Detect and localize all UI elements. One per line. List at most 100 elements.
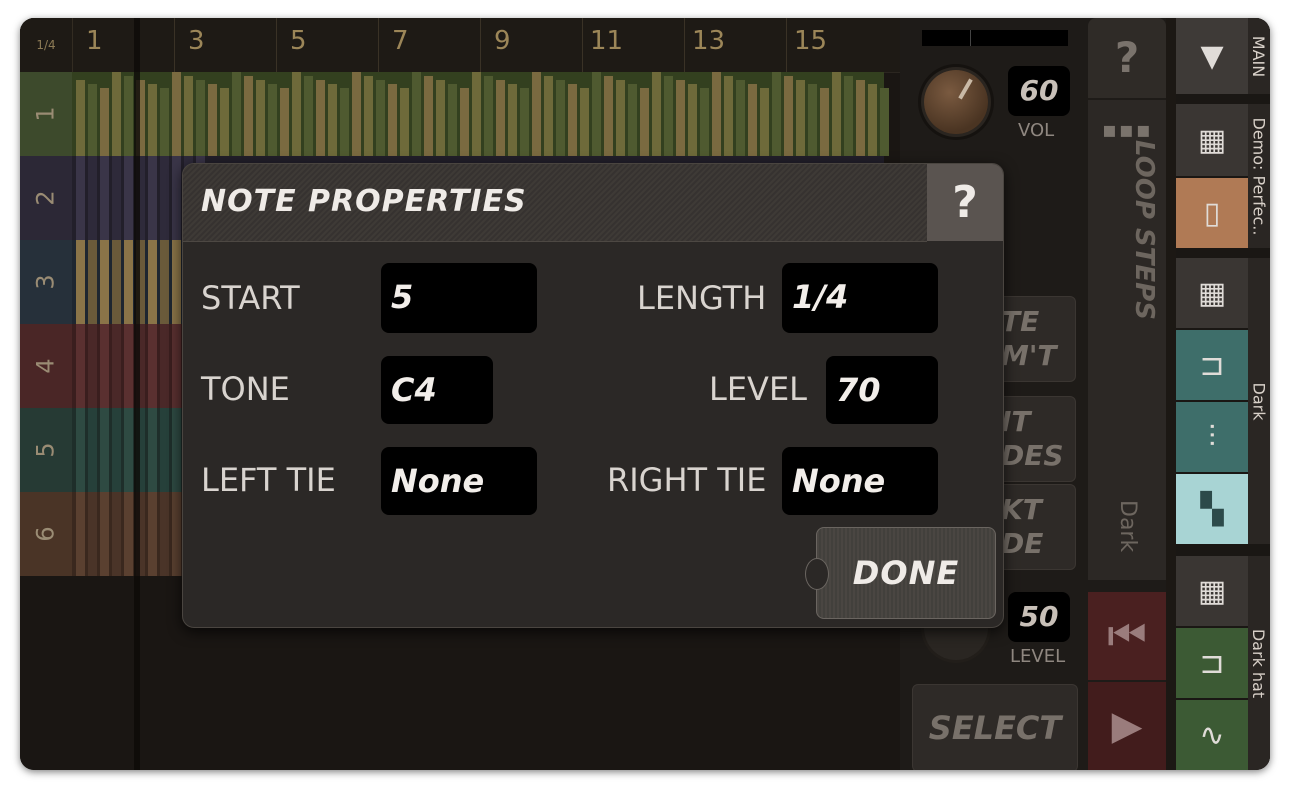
step-cell[interactable] (568, 84, 577, 156)
step-cell[interactable] (688, 84, 697, 156)
step-cell[interactable] (592, 72, 601, 156)
step-cell[interactable] (172, 156, 181, 240)
waveform-button[interactable]: ∿ (1176, 700, 1248, 770)
step-cell[interactable] (148, 324, 157, 408)
step-cell[interactable] (172, 408, 181, 492)
start-field[interactable]: 5 (381, 263, 537, 333)
step-cell[interactable] (160, 324, 169, 408)
step-cell[interactable] (160, 492, 169, 576)
step-cell[interactable] (604, 76, 613, 156)
dialog-help-button[interactable]: ? (927, 164, 1003, 241)
step-cell[interactable] (112, 408, 121, 492)
step-cell[interactable] (172, 240, 181, 324)
step-cell[interactable] (172, 324, 181, 408)
step-cell[interactable] (124, 324, 133, 408)
mixer-button[interactable]: ⫶ (1176, 402, 1248, 472)
lane-1[interactable] (72, 72, 889, 156)
play-button[interactable]: ▶ (1088, 682, 1166, 770)
step-cell[interactable] (580, 88, 589, 156)
step-cell[interactable] (748, 84, 757, 156)
step-cell[interactable] (124, 76, 133, 156)
step-cell[interactable] (88, 408, 97, 492)
step-cell[interactable] (460, 88, 469, 156)
connector-button[interactable]: ⊐ (1176, 628, 1248, 698)
connector-button[interactable]: ⊐ (1176, 330, 1248, 400)
step-cell[interactable] (856, 80, 865, 156)
step-cell[interactable] (508, 84, 517, 156)
select-button[interactable]: SELECT (912, 684, 1078, 770)
step-cell[interactable] (556, 80, 565, 156)
step-cell[interactable] (316, 80, 325, 156)
bar-ruler[interactable]: 1/4 1 3 5 7 9 11 13 15 (20, 18, 900, 73)
row-label-6[interactable]: 6 (20, 492, 72, 576)
step-cell[interactable] (100, 88, 109, 156)
step-cell[interactable] (112, 156, 121, 240)
step-cell[interactable] (220, 88, 229, 156)
grid-icon-button[interactable]: ▦ (1176, 104, 1248, 176)
step-cell[interactable] (820, 88, 829, 156)
resolution-label[interactable]: 1/4 (20, 18, 73, 72)
step-cell[interactable] (100, 492, 109, 576)
step-cell[interactable] (292, 72, 301, 156)
tone-field[interactable]: C4 (381, 356, 493, 424)
step-cell[interactable] (328, 84, 337, 156)
step-cell[interactable] (76, 240, 85, 324)
step-cell[interactable] (88, 240, 97, 324)
step-cell[interactable] (100, 240, 109, 324)
step-cell[interactable] (76, 324, 85, 408)
step-cell[interactable] (160, 240, 169, 324)
step-cell[interactable] (208, 84, 217, 156)
step-cell[interactable] (160, 156, 169, 240)
step-cell[interactable] (772, 72, 781, 156)
help-button[interactable]: ? (1088, 18, 1166, 98)
step-cell[interactable] (700, 88, 709, 156)
step-cell[interactable] (304, 76, 313, 156)
left-tie-field[interactable]: None (381, 447, 537, 515)
step-cell[interactable] (412, 72, 421, 156)
step-cell[interactable] (352, 72, 361, 156)
done-button[interactable]: DONE (805, 527, 996, 619)
right-tie-field[interactable]: None (782, 447, 938, 515)
loop-steps-button[interactable]: ▪▪▪ LOOP STEPS Dark (1088, 100, 1166, 580)
step-cell[interactable] (148, 240, 157, 324)
step-cell[interactable] (640, 88, 649, 156)
step-cell[interactable] (376, 80, 385, 156)
step-cell[interactable] (100, 324, 109, 408)
step-cell[interactable] (868, 84, 877, 156)
row-label-1[interactable]: 1 (20, 72, 72, 156)
step-cell[interactable] (472, 72, 481, 156)
step-cell[interactable] (100, 408, 109, 492)
rewind-button[interactable]: ⏮ (1088, 592, 1166, 680)
dropdown-button[interactable]: ▼ (1176, 18, 1248, 94)
step-cell[interactable] (172, 72, 181, 156)
step-cell[interactable] (544, 76, 553, 156)
step-cell[interactable] (760, 88, 769, 156)
step-cell[interactable] (184, 76, 193, 156)
step-cell[interactable] (88, 84, 97, 156)
pads-button[interactable]: ▚ (1176, 474, 1248, 544)
step-cell[interactable] (496, 80, 505, 156)
step-cell[interactable] (712, 72, 721, 156)
step-cell[interactable] (76, 156, 85, 240)
step-cell[interactable] (124, 408, 133, 492)
grid-icon-button[interactable]: ▦ (1176, 258, 1248, 328)
step-cell[interactable] (148, 84, 157, 156)
step-cell[interactable] (244, 76, 253, 156)
step-cell[interactable] (676, 80, 685, 156)
step-cell[interactable] (124, 240, 133, 324)
step-cell[interactable] (76, 492, 85, 576)
step-cell[interactable] (76, 80, 85, 156)
step-cell[interactable] (880, 88, 889, 156)
step-cell[interactable] (112, 324, 121, 408)
step-cell[interactable] (196, 80, 205, 156)
length-field[interactable]: 1/4 (782, 263, 938, 333)
step-cell[interactable] (76, 408, 85, 492)
step-cell[interactable] (736, 80, 745, 156)
step-cell[interactable] (88, 492, 97, 576)
step-cell[interactable] (520, 88, 529, 156)
step-cell[interactable] (484, 76, 493, 156)
step-cell[interactable] (400, 88, 409, 156)
step-cell[interactable] (112, 72, 121, 156)
grid-icon-button[interactable]: ▦ (1176, 556, 1248, 626)
step-cell[interactable] (808, 84, 817, 156)
